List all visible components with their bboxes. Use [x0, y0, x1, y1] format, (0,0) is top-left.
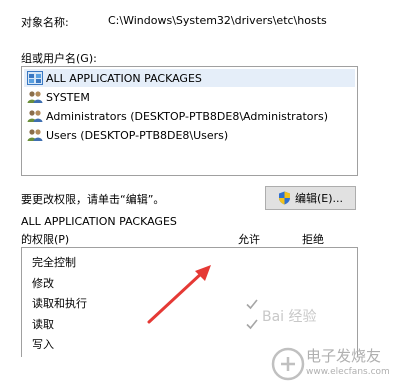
group-item-label: ALL APPLICATION PACKAGES — [46, 71, 202, 85]
group-item-label: SYSTEM — [46, 90, 90, 104]
users-icon — [27, 110, 43, 122]
watermark: Bai 经验 — [262, 309, 317, 325]
site-logo-text: 电子发烧友 — [306, 347, 382, 365]
groups-label: 组或用户名(G): — [21, 52, 97, 65]
permission-name: 读取 — [32, 318, 54, 331]
group-item-label: Users (DESKTOP-PTB8DE8\Users) — [46, 128, 229, 142]
site-logo-url: www.elecfans.com — [306, 367, 390, 377]
column-allow-header: 允许 — [238, 233, 260, 246]
allow-check-icon — [246, 299, 258, 310]
edit-button[interactable]: 编辑(E)... — [265, 186, 356, 210]
column-deny-header: 拒绝 — [302, 233, 324, 246]
permission-row: 完全控制 — [32, 253, 76, 271]
group-item-label: Administrators (DESKTOP-PTB8DE8\Administ… — [46, 109, 329, 123]
groups-list[interactable]: ALL APPLICATION PACKAGES SYSTEM Administ… — [21, 66, 358, 176]
object-name-value: C:\Windows\System32\drivers\etc\hosts — [108, 14, 327, 27]
permission-name: 读取和执行 — [32, 297, 87, 310]
permission-name: 写入 — [32, 338, 54, 351]
app-packages-icon — [27, 71, 43, 85]
allow-check-icon — [246, 319, 258, 330]
change-permissions-hint: 要更改权限，请单击“编辑”。 — [21, 193, 165, 206]
permissions-for-name: ALL APPLICATION PACKAGES — [21, 215, 177, 228]
object-name-label: 对象名称: — [21, 16, 69, 29]
uac-shield-icon — [278, 191, 290, 205]
edit-button-label: 编辑(E)... — [294, 192, 344, 205]
users-icon — [27, 91, 43, 103]
permission-row: 修改 — [32, 274, 54, 292]
permission-name: 修改 — [32, 277, 54, 290]
permission-name: 完全控制 — [32, 256, 76, 269]
group-item-administrators[interactable]: Administrators (DESKTOP-PTB8DE8\Administ… — [24, 107, 355, 125]
permission-row: 写入 — [32, 335, 54, 353]
group-item-all-application-packages[interactable]: ALL APPLICATION PACKAGES — [24, 69, 355, 87]
users-icon — [27, 129, 43, 141]
group-item-users[interactable]: Users (DESKTOP-PTB8DE8\Users) — [24, 126, 355, 144]
permissions-title: 的权限(P) — [21, 233, 70, 246]
permission-row: 读取 — [32, 315, 54, 333]
annotation-arrow — [147, 265, 211, 324]
group-item-system[interactable]: SYSTEM — [24, 88, 355, 106]
permission-row: 读取和执行 — [32, 294, 87, 312]
